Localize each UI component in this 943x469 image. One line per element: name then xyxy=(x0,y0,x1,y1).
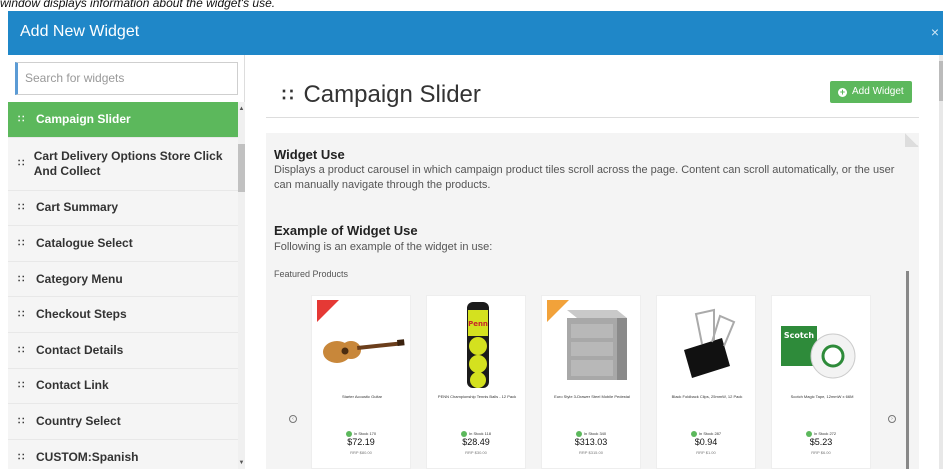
featured-products-label: Featured Products xyxy=(274,269,349,279)
example-heading: Example of Widget Use xyxy=(274,223,418,238)
sidebar-item-label: CUSTOM:Spanish xyxy=(36,449,139,464)
close-icon[interactable]: × xyxy=(931,24,939,40)
sidebar-item-custom-spanish[interactable]: ∷ CUSTOM:Spanish xyxy=(8,439,238,469)
sidebar-item-contact-link[interactable]: ∷ Contact Link xyxy=(8,368,238,405)
sidebar-item-campaign-slider[interactable]: ∷ Campaign Slider xyxy=(8,102,238,138)
sidebar-item-label: Catalogue Select xyxy=(36,235,133,250)
carousel-prev-icon: ‹ xyxy=(289,415,297,423)
dialog-title: Add New Widget xyxy=(20,23,140,40)
foldback-clip-image xyxy=(684,308,736,378)
drag-grip-icon: ∷ xyxy=(18,202,24,214)
sidebar-item-cart-delivery[interactable]: ∷ Cart Delivery Options Store Click And C… xyxy=(8,137,238,191)
search-input[interactable]: Search for widgets xyxy=(15,62,238,95)
scrollbar-thumb[interactable] xyxy=(238,144,245,192)
product-price: $72.19 xyxy=(347,437,375,447)
sidebar-item-label: Cart Delivery Options Store Click And Co… xyxy=(33,148,223,178)
widget-info-card: Widget Use Displays a product carousel i… xyxy=(266,133,919,469)
sidebar-item-category-menu[interactable]: ∷ Category Menu xyxy=(8,261,238,298)
drag-grip-icon: ∷ xyxy=(18,344,24,356)
scroll-up-icon[interactable]: ▲ xyxy=(238,106,245,112)
product-rrp: RRP $1.00 xyxy=(696,450,716,455)
product-tile: Starter Acoustic Guitar In Stock 170 $72… xyxy=(311,295,411,469)
product-rrp: RRP $6.00 xyxy=(811,450,831,455)
product-rrp: RRP $80.00 xyxy=(350,450,372,455)
page-caption: window displays information about the wi… xyxy=(0,0,276,10)
drag-grip-icon: ∷ xyxy=(18,380,24,392)
sidebar-item-label: Cart Summary xyxy=(36,200,119,215)
page-title: ∷ Campaign Slider xyxy=(282,81,481,109)
drag-grip-icon: ∷ xyxy=(18,237,24,249)
sidebar-item-contact-details[interactable]: ∷ Contact Details xyxy=(8,332,238,369)
sidebar-item-label: Checkout Steps xyxy=(36,307,127,322)
add-widget-button[interactable]: + Add Widget xyxy=(830,81,912,103)
sidebar-item-cart-summary[interactable]: ∷ Cart Summary xyxy=(8,190,238,227)
product-rrp: RRP $30.00 xyxy=(465,450,487,455)
widget-list-scrollbar[interactable]: ▲ ▼ xyxy=(238,102,245,469)
scotch-tape-image: Scotch xyxy=(781,326,856,379)
product-price: $313.03 xyxy=(574,437,608,447)
product-name: Starter Acoustic Guitar xyxy=(341,394,382,399)
product-price: $28.49 xyxy=(462,437,490,447)
svg-text:Penn: Penn xyxy=(468,320,488,328)
example-scrollbar xyxy=(906,271,909,469)
drag-grip-icon: ∷ xyxy=(18,309,24,321)
svg-text:Scotch: Scotch xyxy=(784,331,815,340)
product-name: Euro Style 3-Drawer Steel Mobile Pedesta… xyxy=(554,394,630,399)
widget-detail-panel: ∷ Campaign Slider + Add Widget Widget Us… xyxy=(246,55,943,469)
product-name: Scotch Magic Tape, 12mmW x 66M xyxy=(790,394,854,399)
widget-list: ∷ Campaign Slider ∷ Cart Delivery Options … xyxy=(8,102,238,469)
product-tile: Scotch Scotch Magic Tape, 12mmW x 66M In… xyxy=(771,295,871,469)
drag-grip-icon: ∷ xyxy=(282,84,294,105)
scrollbar-thumb[interactable] xyxy=(939,61,943,101)
drag-grip-icon: ∷ xyxy=(18,273,24,285)
sidebar-item-label: Campaign Slider xyxy=(36,111,131,126)
product-price: $5.23 xyxy=(809,437,833,447)
drag-grip-icon: ∷ xyxy=(18,113,24,125)
pedestal-image xyxy=(547,300,627,380)
product-tile: Euro Style 3-Drawer Steel Mobile Pedesta… xyxy=(541,295,641,469)
sidebar-item-label: Category Menu xyxy=(36,271,123,286)
sidebar-item-catalogue-select[interactable]: ∷ Catalogue Select xyxy=(8,226,238,262)
scroll-down-icon[interactable]: ▼ xyxy=(238,460,245,466)
sidebar-item-label: Country Select xyxy=(36,413,121,428)
widget-sidebar: Search for widgets ∷ Campaign Slider ∷ Car… xyxy=(8,55,245,469)
product-tile: Penn PENN Championship Tennis Balls - 12… xyxy=(426,295,526,469)
guitar-image xyxy=(317,300,405,363)
product-rrp: RRP $315.00 xyxy=(579,450,603,455)
product-name: PENN Championship Tennis Balls - 12 Pack xyxy=(437,394,517,399)
page-title-text: Campaign Slider xyxy=(303,81,481,108)
sidebar-item-checkout-steps[interactable]: ∷ Checkout Steps xyxy=(8,297,238,333)
divider xyxy=(266,117,919,118)
tennis-balls-image: Penn xyxy=(467,302,489,388)
page-fold-icon xyxy=(905,133,919,147)
sidebar-item-label: Contact Link xyxy=(36,378,109,393)
product-name: Black Foldback Clips, 25mmW, 12 Pack xyxy=(671,394,743,399)
sidebar-item-label: Contact Details xyxy=(36,342,124,357)
plus-circle-icon: + xyxy=(838,86,847,97)
example-text: Following is an example of the widget in… xyxy=(274,241,493,253)
product-tile: Black Foldback Clips, 25mmW, 12 Pack In … xyxy=(656,295,756,469)
widget-use-heading: Widget Use xyxy=(274,147,345,162)
drag-grip-icon: ∷ xyxy=(18,158,24,170)
product-price: $0.94 xyxy=(694,437,718,447)
drag-grip-icon: ∷ xyxy=(18,415,24,427)
dialog-scrollbar[interactable] xyxy=(939,55,943,469)
widget-use-text: Displays a product carousel in which cam… xyxy=(274,164,895,191)
add-widget-label: Add Widget xyxy=(852,86,904,97)
sidebar-item-country-select[interactable]: ∷ Country Select xyxy=(8,404,238,440)
drag-grip-icon: ∷ xyxy=(18,451,24,463)
dialog-titlebar: Add New Widget × xyxy=(8,11,943,55)
carousel-next-icon: › xyxy=(888,415,896,423)
